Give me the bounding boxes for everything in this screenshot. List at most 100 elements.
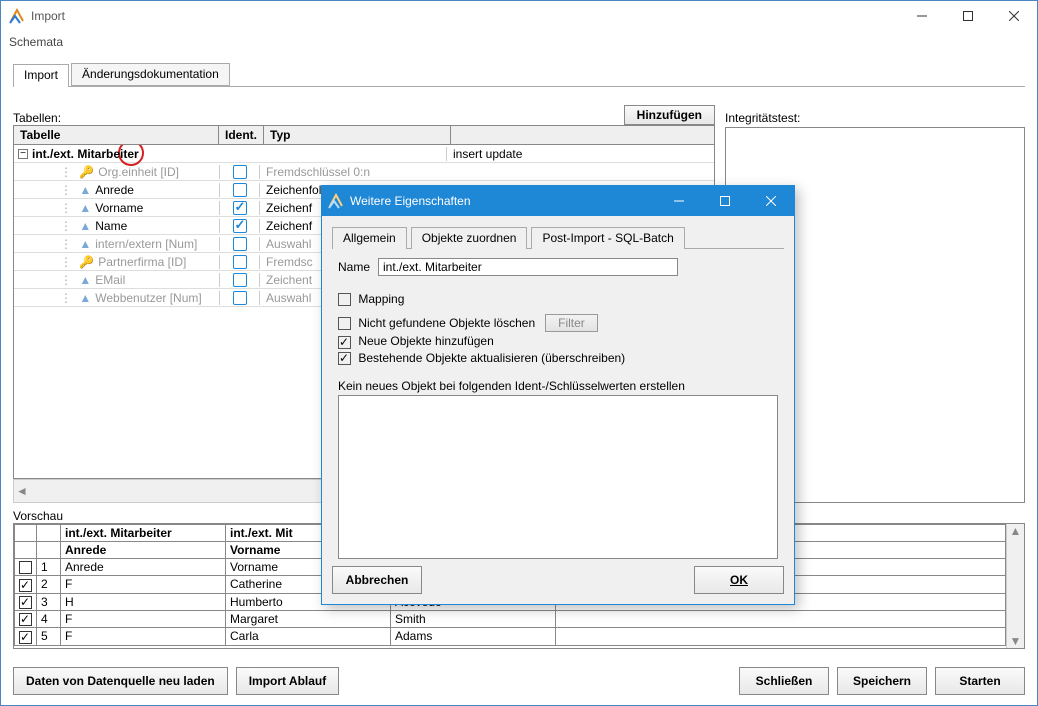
- ident-checkbox[interactable]: [233, 183, 247, 197]
- row-checkbox[interactable]: [19, 596, 32, 609]
- row-number: 3: [37, 593, 61, 610]
- tree-item-label: intern/extern [Num]: [95, 237, 197, 251]
- ident-checkbox[interactable]: [233, 255, 247, 269]
- collapse-icon[interactable]: −: [18, 149, 28, 159]
- schliessen-button[interactable]: Schließen: [739, 667, 829, 695]
- dialog-titlebar: Weitere Eigenschaften: [322, 186, 794, 216]
- name-input[interactable]: [378, 258, 678, 276]
- row-number: 2: [37, 576, 61, 593]
- row-number: 4: [37, 610, 61, 627]
- cell-anrede: H: [61, 593, 226, 610]
- scroll-left-icon[interactable]: ◄: [16, 484, 28, 498]
- filter-button[interactable]: Filter: [545, 314, 598, 332]
- tree-root-row[interactable]: − int./ext. Mitarbeiter insert update: [14, 145, 714, 163]
- minimize-button[interactable]: [899, 1, 945, 31]
- cell-anrede: F: [61, 610, 226, 627]
- col-typ[interactable]: Typ: [264, 126, 451, 145]
- table-header: Tabelle Ident. Typ: [13, 125, 715, 145]
- cell-vorname: Margaret: [226, 610, 391, 627]
- import-window: Import Schemata Import Änderungsdokument…: [0, 0, 1038, 706]
- tree-row[interactable]: ⋮ 🔑 Org.einheit [ID]Fremdschlüssel 0:n: [14, 163, 714, 181]
- triangle-icon: ▲: [79, 201, 91, 215]
- scroll-down-icon[interactable]: ▼: [1010, 634, 1022, 648]
- no-new-label: Kein neues Objekt bei folgenden Ident-/S…: [338, 379, 784, 393]
- update-existing-label: Bestehende Objekte aktualisieren (übersc…: [358, 351, 625, 365]
- preview-vscroll[interactable]: ▲ ▼: [1006, 524, 1024, 648]
- col-tabelle[interactable]: Tabelle: [14, 126, 219, 145]
- col-extra[interactable]: [451, 126, 715, 145]
- tabellen-label: Tabellen:: [13, 111, 61, 125]
- update-existing-checkbox[interactable]: [338, 352, 351, 365]
- row-checkbox[interactable]: [19, 613, 32, 626]
- hinzufuegen-button[interactable]: Hinzufügen: [624, 105, 715, 125]
- dialog-maximize-button[interactable]: [702, 186, 748, 216]
- mapping-checkbox[interactable]: [338, 293, 351, 306]
- dialog-close-button[interactable]: [748, 186, 794, 216]
- row-checkbox[interactable]: [19, 631, 32, 644]
- tab-aenderung[interactable]: Änderungsdokumentation: [71, 63, 230, 86]
- col-ident[interactable]: Ident.: [219, 126, 264, 145]
- add-new-label: Neue Objekte hinzufügen: [358, 334, 493, 348]
- main-tabs: Import Änderungsdokumentation: [13, 63, 1025, 87]
- ident-checkbox[interactable]: [233, 201, 247, 215]
- delete-missing-checkbox[interactable]: [338, 317, 351, 330]
- cell-vorname: Carla: [226, 628, 391, 645]
- cell-anrede: Anrede: [61, 559, 226, 576]
- maximize-button[interactable]: [945, 1, 991, 31]
- dialog-title: Weitere Eigenschaften: [350, 194, 656, 208]
- window-title: Import: [31, 9, 899, 23]
- key-icon: 🔑: [79, 255, 94, 269]
- tab-allgemein[interactable]: Allgemein: [332, 227, 407, 249]
- preview-col[interactable]: Anrede: [61, 542, 226, 559]
- tab-post-import[interactable]: Post-Import - SQL-Batch: [531, 227, 684, 249]
- app-icon: [9, 8, 25, 24]
- cell-extra: Smith: [391, 610, 556, 627]
- tree-item-label: Vorname: [95, 201, 143, 215]
- dialog-icon: [328, 193, 344, 209]
- row-checkbox[interactable]: [19, 579, 32, 592]
- ident-checkbox[interactable]: [233, 273, 247, 287]
- ident-checkbox[interactable]: [233, 237, 247, 251]
- menu-schemata[interactable]: Schemata: [9, 35, 63, 49]
- tree-item-label: Name: [95, 219, 127, 233]
- cell-anrede: F: [61, 628, 226, 645]
- reload-button[interactable]: Daten von Datenquelle neu laden: [13, 667, 228, 695]
- abbrechen-button[interactable]: Abbrechen: [332, 566, 422, 594]
- tree-item-label: Webbenutzer [Num]: [95, 291, 202, 305]
- dialog-tabs: Allgemein Objekte zuordnen Post-Import -…: [332, 216, 784, 249]
- triangle-icon: ▲: [79, 273, 91, 287]
- ok-button[interactable]: OK: [694, 566, 784, 594]
- triangle-icon: ▲: [79, 183, 91, 197]
- tab-import[interactable]: Import: [13, 64, 69, 87]
- row-number: 5: [37, 628, 61, 645]
- import-ablauf-button[interactable]: Import Ablauf: [236, 667, 340, 695]
- bottom-bar: Daten von Datenquelle neu laden Import A…: [13, 667, 1025, 695]
- triangle-icon: ▲: [79, 237, 91, 251]
- ident-checkbox[interactable]: [233, 291, 247, 305]
- starten-button[interactable]: Starten: [935, 667, 1025, 695]
- close-button[interactable]: [991, 1, 1037, 31]
- triangle-icon: ▲: [79, 291, 91, 305]
- tree-root-extra: insert update: [446, 147, 714, 161]
- tab-objekte-zuordnen[interactable]: Objekte zuordnen: [411, 227, 528, 249]
- speichern-button[interactable]: Speichern: [837, 667, 927, 695]
- scroll-up-icon[interactable]: ▲: [1010, 524, 1022, 538]
- preview-row[interactable]: 4FMargaretSmith: [15, 610, 1006, 627]
- ident-checkbox[interactable]: [233, 219, 247, 233]
- tree-item-label: Anrede: [95, 183, 134, 197]
- ident-checkbox[interactable]: [233, 165, 247, 179]
- tree-item-typ: Fremdschlüssel 0:n: [259, 165, 446, 179]
- menubar: Schemata: [1, 31, 1037, 53]
- name-label: Name: [338, 260, 370, 274]
- preview-row[interactable]: 5FCarlaAdams: [15, 628, 1006, 645]
- tree-root-label: int./ext. Mitarbeiter: [32, 147, 139, 161]
- row-checkbox[interactable]: [19, 561, 32, 574]
- weitere-eigenschaften-dialog: Weitere Eigenschaften Allgemein Objekte …: [321, 185, 795, 605]
- cell-extra: Adams: [391, 628, 556, 645]
- cell-anrede: F: [61, 576, 226, 593]
- no-new-textarea[interactable]: [338, 395, 778, 559]
- preview-group-col[interactable]: int./ext. Mitarbeiter: [61, 525, 226, 542]
- add-new-checkbox[interactable]: [338, 336, 351, 349]
- dialog-minimize-button[interactable]: [656, 186, 702, 216]
- triangle-icon: ▲: [79, 219, 91, 233]
